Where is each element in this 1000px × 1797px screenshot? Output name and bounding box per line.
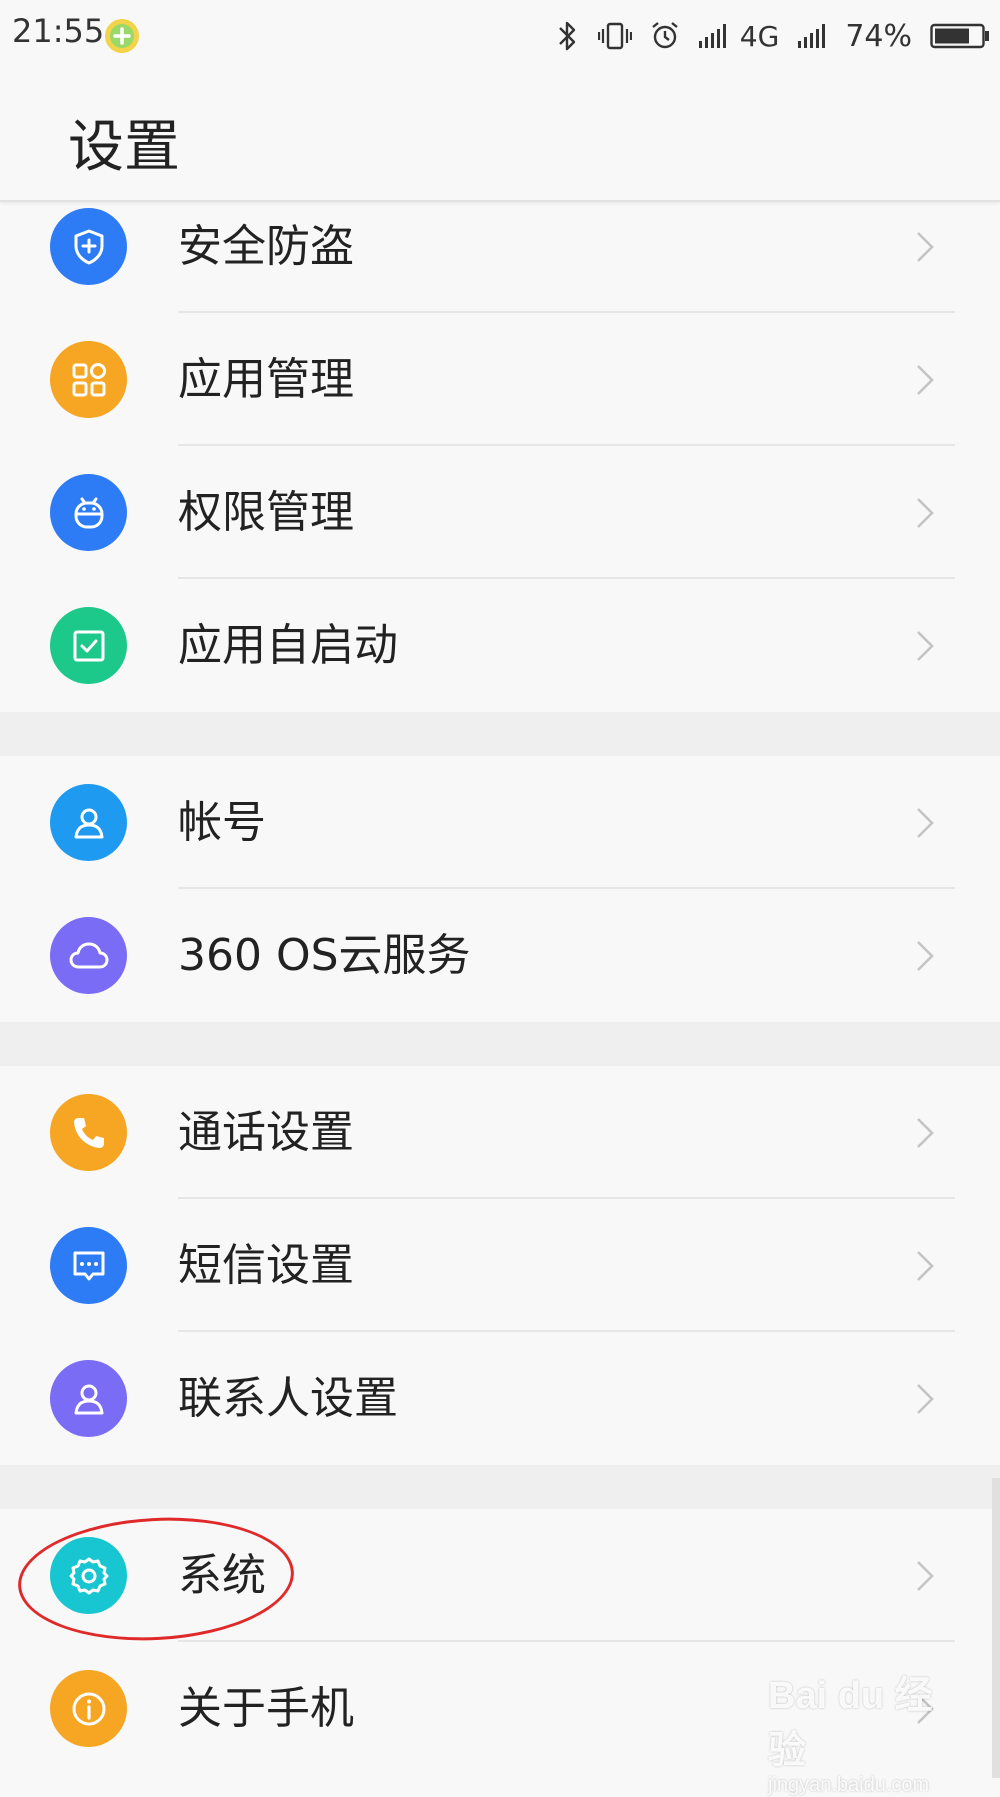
status-time: 21:55 — [12, 12, 105, 50]
info-icon — [50, 1670, 127, 1747]
settings-item-label: 联系人设置 — [178, 1373, 398, 1424]
group-spacer — [0, 1465, 1000, 1509]
chevron-right-icon — [917, 631, 934, 661]
settings-item-label: 通话设置 — [178, 1107, 354, 1158]
settings-item-account[interactable]: 帐号 — [0, 756, 1000, 889]
page-title: 设置 — [68, 115, 180, 180]
signal-icon-2 — [798, 24, 826, 48]
settings-item-call-settings[interactable]: 通话设置 — [0, 1066, 1000, 1199]
vibrate-icon — [597, 22, 632, 50]
settings-item-cloud-service[interactable]: 360 OS云服务 — [0, 889, 1000, 1022]
settings-item-label: 应用自启动 — [178, 620, 398, 671]
chevron-right-icon — [917, 1561, 934, 1591]
app-notification-icon — [105, 19, 139, 53]
settings-item-permissions[interactable]: 权限管理 — [0, 446, 1000, 579]
check-square-icon — [50, 607, 127, 684]
cloud-icon — [50, 917, 127, 994]
apps-grid-icon — [50, 341, 127, 418]
settings-item-autostart[interactable]: 应用自启动 — [0, 579, 1000, 712]
battery-percent: 74% — [845, 18, 912, 54]
chevron-right-icon — [917, 808, 934, 838]
watermark-main: Bai du 经验 — [768, 1675, 933, 1772]
settings-item-app-management[interactable]: 应用管理 — [0, 313, 1000, 446]
chevron-right-icon — [917, 1251, 934, 1281]
group-spacer — [0, 1022, 1000, 1066]
watermark-logo: Bai du 经验 jingyan.baidu.com — [768, 1664, 968, 1796]
settings-item-label: 权限管理 — [178, 487, 354, 538]
settings-item-contacts-settings[interactable]: 联系人设置 — [0, 1332, 1000, 1465]
watermark-url: jingyan.baidu.com — [768, 1774, 930, 1796]
chevron-right-icon — [917, 941, 934, 971]
status-bar: 21:55 4G 74% — [0, 0, 1000, 72]
settings-item-label: 帐号 — [178, 797, 266, 848]
settings-item-label: 应用管理 — [178, 354, 354, 405]
message-icon — [50, 1227, 127, 1304]
group-spacer — [0, 712, 1000, 756]
contact-icon — [50, 1360, 127, 1437]
settings-item-security[interactable]: 安全防盗 — [0, 180, 1000, 313]
network-type: 4G — [739, 19, 780, 53]
settings-item-label: 360 OS云服务 — [178, 930, 471, 981]
settings-item-label: 安全防盗 — [178, 221, 354, 272]
signal-icon — [698, 24, 726, 48]
chevron-right-icon — [917, 1118, 934, 1148]
chevron-right-icon — [917, 365, 934, 395]
chevron-right-icon — [917, 1384, 934, 1414]
scrollbar[interactable] — [992, 1478, 1000, 1778]
user-icon — [50, 784, 127, 861]
settings-item-label: 短信设置 — [178, 1240, 354, 1291]
battery-icon — [930, 23, 989, 49]
shield-plus-icon — [50, 208, 127, 285]
settings-item-sms-settings[interactable]: 短信设置 — [0, 1199, 1000, 1332]
phone-icon — [50, 1094, 127, 1171]
chevron-right-icon — [917, 232, 934, 262]
bluetooth-icon — [558, 21, 575, 51]
android-icon — [50, 474, 127, 551]
alarm-icon — [652, 22, 678, 49]
settings-item-label: 关于手机 — [178, 1683, 354, 1734]
chevron-right-icon — [917, 498, 934, 528]
